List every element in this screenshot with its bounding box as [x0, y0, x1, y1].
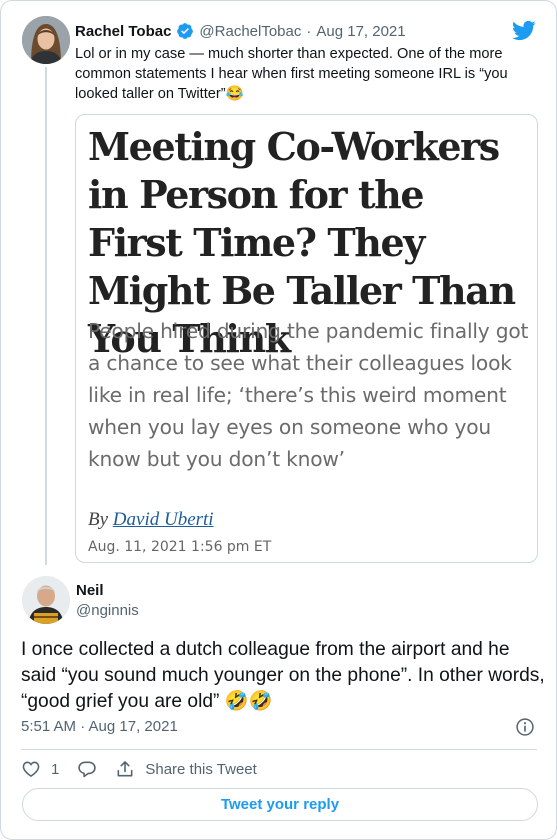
share-icon [117, 761, 133, 777]
like-count: 1 [51, 760, 60, 778]
author-handle[interactable]: @RachelTobac [199, 23, 301, 40]
article-byline: By David Uberti [88, 509, 214, 531]
meta-separator: · [306, 22, 312, 40]
author-name[interactable]: Rachel Tobac [75, 23, 171, 40]
divider [21, 749, 537, 750]
tweet-card: Rachel Tobac @RachelTobac · Aug 17, 2021… [0, 0, 557, 840]
reply-bubble-icon [78, 761, 97, 778]
avatar-rachel[interactable] [22, 16, 70, 64]
thread-connector-line [45, 67, 47, 565]
reply-timestamp[interactable]: 5:51 AM · Aug 17, 2021 [21, 718, 178, 735]
avatar-neil[interactable] [22, 576, 70, 624]
tweet-date[interactable]: Aug 17, 2021 [316, 23, 405, 40]
tweet-your-reply-button[interactable]: Tweet your reply [22, 788, 538, 821]
verified-badge-icon [176, 22, 194, 40]
article-author-link: David Uberti [112, 509, 214, 530]
twitter-bird-icon[interactable] [511, 18, 536, 43]
reply-tweet-text: I once collected a dutch colleague from … [21, 639, 545, 712]
quoted-tweet-header: Rachel Tobac @RachelTobac · Aug 17, 2021 [75, 21, 406, 41]
info-icon[interactable] [515, 717, 535, 737]
share-label: Share this Tweet [145, 760, 257, 778]
share-tweet-button[interactable]: Share this Tweet [115, 759, 257, 779]
action-bar: 1 Share this Tweet [21, 757, 275, 781]
reply-action-button[interactable] [77, 759, 97, 779]
article-date: Aug. 11, 2021 1:56 pm ET [88, 539, 272, 555]
reply-author-name[interactable]: Neil [76, 582, 104, 599]
heart-icon [22, 761, 40, 778]
quoted-tweet-text: Lol or in my case — much shorter than ex… [75, 46, 508, 102]
like-button[interactable]: 1 [21, 759, 59, 779]
article-screenshot-card[interactable]: Meeting Co-Workers in Person for the Fir… [75, 114, 538, 563]
article-dek: People hired during the pandemic finally… [88, 319, 529, 471]
reply-author-handle[interactable]: @nginnis [76, 602, 139, 619]
byline-prefix: By [88, 509, 109, 530]
